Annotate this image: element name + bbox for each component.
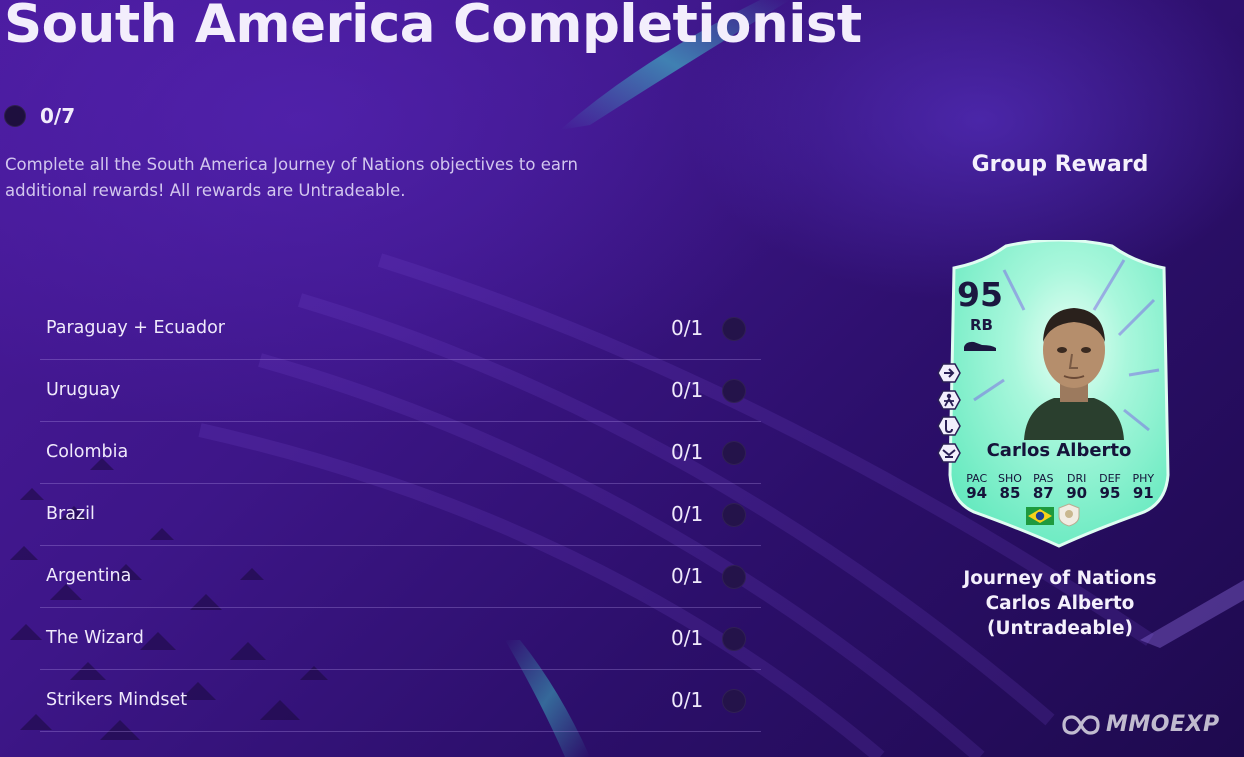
objective-progress: 0/1: [671, 502, 704, 526]
objective-status-icon: [722, 565, 746, 589]
objective-label: Colombia: [46, 442, 129, 462]
watermark-text: MMOEXP: [1106, 712, 1220, 737]
stat-dri: DRI 90: [1060, 472, 1093, 502]
playstyle-icon: [937, 416, 961, 436]
infinity-logo-icon: [1062, 714, 1100, 735]
card-player-name: Carlos Alberto: [986, 440, 1132, 461]
player-portrait: [1024, 308, 1124, 440]
objective-status-icon: [722, 317, 746, 341]
objective-label: The Wizard: [46, 628, 144, 648]
stat-value: 87: [1032, 484, 1054, 502]
objective-row[interactable]: Strikers Mindset 0/1: [40, 670, 761, 732]
player-card[interactable]: 95 RB Carlos Alberto PAC 94 SHO 85 PAS 8…: [937, 240, 1174, 552]
stat-phy: PHY 91: [1127, 472, 1160, 502]
objective-label: Strikers Mindset: [46, 690, 188, 710]
objective-list: Paraguay + Ecuador 0/1 Uruguay 0/1 Colom…: [40, 298, 761, 732]
objective-progress: 0/1: [671, 378, 704, 402]
objective-row[interactable]: Paraguay + Ecuador 0/1: [40, 298, 761, 360]
objective-status-icon: [722, 503, 746, 527]
playstyle-icon: [937, 443, 961, 463]
stat-value: 91: [1132, 484, 1154, 502]
page-description: Complete all the South America Journey o…: [5, 155, 578, 200]
icon-badge-icon: [1058, 503, 1080, 527]
objective-status-icon: [722, 689, 746, 713]
objective-status-icon: [722, 627, 746, 651]
stat-value: 90: [1066, 484, 1088, 502]
objective-row[interactable]: Argentina 0/1: [40, 546, 761, 608]
reward-heading: Group Reward: [971, 152, 1149, 177]
reward-name-line: Carlos Alberto: [985, 593, 1135, 614]
objective-status-icon: [722, 441, 746, 465]
objective-progress: 0/1: [671, 316, 704, 340]
reward-name-line: Journey of Nations: [963, 568, 1157, 589]
objective-row[interactable]: Uruguay 0/1: [40, 360, 761, 422]
objective-progress: 0/1: [671, 688, 704, 712]
stat-pac: PAC 94: [960, 472, 993, 502]
objective-row[interactable]: The Wizard 0/1: [40, 608, 761, 670]
objective-progress: 0/1: [671, 564, 704, 588]
card-stats: PAC 94 SHO 85 PAS 87 DRI 90 DEF 95 PHY 9…: [960, 472, 1160, 502]
boot-icon: [964, 341, 996, 351]
objective-label: Argentina: [46, 566, 132, 586]
stat-sho: SHO 85: [993, 472, 1026, 502]
playstyle-icon: [937, 390, 961, 410]
card-position: RB: [970, 316, 993, 334]
progress-count: 0/7: [40, 104, 76, 128]
group-progress: 0/7: [4, 104, 75, 128]
stat-def: DEF 95: [1093, 472, 1126, 502]
playstyle-icon: [937, 363, 961, 383]
objective-row[interactable]: Colombia 0/1: [40, 422, 761, 484]
card-rating: 95: [957, 275, 1003, 314]
objective-status-icon: [722, 379, 746, 403]
reward-name-line: (Untradeable): [987, 618, 1133, 639]
reward-name: Journey of Nations Carlos Alberto (Untra…: [935, 566, 1185, 641]
stat-value: 85: [999, 484, 1021, 502]
stat-pas: PAS 87: [1027, 472, 1060, 502]
objective-label: Paraguay + Ecuador: [46, 318, 225, 338]
progress-indicator-icon: [4, 105, 26, 127]
objective-label: Brazil: [46, 504, 95, 524]
objective-label: Uruguay: [46, 380, 121, 400]
objective-row[interactable]: Brazil 0/1: [40, 484, 761, 546]
brazil-flag-icon: [1026, 507, 1054, 525]
objective-progress: 0/1: [671, 626, 704, 650]
stat-value: 95: [1099, 484, 1121, 502]
objective-progress: 0/1: [671, 440, 704, 464]
watermark: MMOEXP: [1062, 712, 1220, 737]
stat-value: 94: [966, 484, 988, 502]
page-title: South America Completionist: [4, 0, 862, 55]
